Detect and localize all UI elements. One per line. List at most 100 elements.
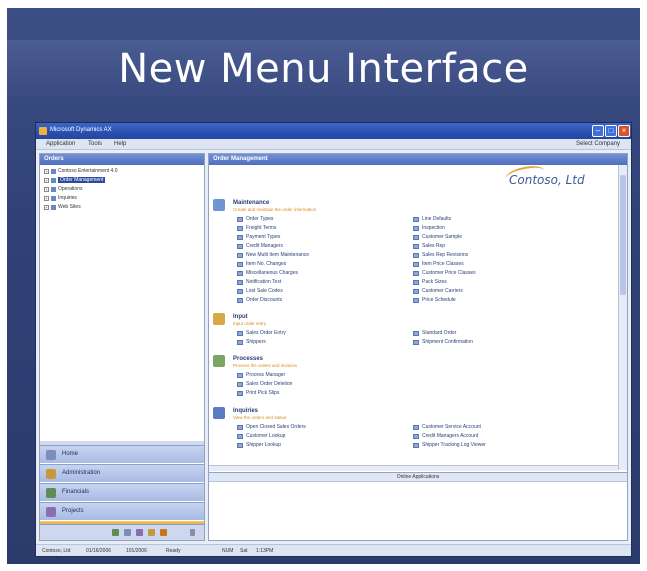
projects-small-icon[interactable] xyxy=(136,529,143,536)
home-icon xyxy=(46,450,56,460)
link-icon xyxy=(237,235,243,240)
folder-icon xyxy=(51,169,56,174)
section-title: Input xyxy=(233,314,248,320)
link-shipper-tracking-log-viewer[interactable]: Shipper Tracking Log Viewer xyxy=(413,441,486,450)
content-pane: Order Management Contoso, Ltd Maintenanc… xyxy=(208,153,628,541)
link-sales-order-deletion[interactable]: Sales Order Deletion xyxy=(237,380,292,389)
folder-icon xyxy=(51,178,56,183)
tree-item-root[interactable]: + Contoso Entertainment 4.0 xyxy=(42,167,202,176)
link-freight-terms[interactable]: Freight Terms xyxy=(237,224,309,233)
link-icon xyxy=(237,253,243,258)
link-print-pick-slips[interactable]: Print Pick Slips xyxy=(237,389,292,398)
select-company-link[interactable]: Select Company xyxy=(576,141,620,147)
navigation-tree: + Contoso Entertainment 4.0 + Order Mana… xyxy=(40,165,204,214)
section-title: Maintenance xyxy=(233,200,270,206)
link-customer-carriers[interactable]: Customer Carriers xyxy=(413,287,476,296)
nav-button-home[interactable]: Home xyxy=(40,445,204,463)
home-small-icon[interactable] xyxy=(124,529,131,536)
section-subtitle: Input order entry xyxy=(233,321,267,326)
link-lost-sale-codes[interactable]: Lost Sale Codes xyxy=(237,287,309,296)
expand-icon[interactable]: + xyxy=(44,178,49,183)
chevron-down-icon[interactable] xyxy=(190,529,195,536)
link-order-types[interactable]: Order Types xyxy=(237,215,309,224)
menu-application[interactable]: Application xyxy=(46,141,75,147)
nav-button-administration[interactable]: Administration xyxy=(40,464,204,482)
tree-item-label: Operations xyxy=(58,186,83,192)
link-shippers[interactable]: Shippers xyxy=(237,338,286,347)
link-icon xyxy=(237,217,243,222)
link-column-left: Open Closed Sales Orders Customer Lookup… xyxy=(237,423,306,450)
navigation-pane: Orders + Contoso Entertainment 4.0 + Ord… xyxy=(39,153,205,541)
link-price-schedule[interactable]: Price Schedule xyxy=(413,296,476,305)
link-order-discounts[interactable]: Order Discounts xyxy=(237,296,309,305)
section-subtitle: Create and maintain the order informatio… xyxy=(233,207,317,212)
tree-item-operations[interactable]: + Operations xyxy=(42,185,202,194)
menu-tools[interactable]: Tools xyxy=(88,141,102,147)
nav-button-projects[interactable]: Projects xyxy=(40,502,204,520)
link-multi-item-maintenance[interactable]: New Multi Item Maintenance xyxy=(237,251,309,260)
link-item-no-changes[interactable]: Item No. Changes xyxy=(237,260,309,269)
link-customer-sample[interactable]: Customer Sample xyxy=(413,233,476,242)
link-credit-managers[interactable]: Credit Managers xyxy=(237,242,309,251)
link-customer-price-classes[interactable]: Customer Price Classes xyxy=(413,269,476,278)
content-pane-header: Order Management xyxy=(209,154,627,165)
administration-small-icon[interactable] xyxy=(148,529,155,536)
link-icon xyxy=(237,382,243,387)
link-payment-types[interactable]: Payment Types xyxy=(237,233,309,242)
link-process-manager[interactable]: Process Manager xyxy=(237,371,292,380)
tree-item-inquiries[interactable]: + Inquiries xyxy=(42,194,202,203)
slide-title: New Menu Interface xyxy=(118,46,529,92)
link-icon xyxy=(237,271,243,276)
vertical-scrollbar[interactable] xyxy=(618,165,627,470)
expand-icon[interactable]: + xyxy=(44,196,49,201)
orders-small-icon[interactable] xyxy=(160,529,167,536)
link-open-closed-sales-orders[interactable]: Open Closed Sales Orders xyxy=(237,423,306,432)
link-customer-service-account[interactable]: Customer Service Account xyxy=(413,423,486,432)
nav-button-financials[interactable]: Financials xyxy=(40,483,204,501)
tree-item-label: Contoso Entertainment 4.0 xyxy=(58,168,118,174)
expand-icon[interactable]: + xyxy=(44,169,49,174)
link-pack-sizes[interactable]: Pack Sizes xyxy=(413,278,476,287)
expand-icon[interactable]: + xyxy=(44,187,49,192)
link-icon xyxy=(237,262,243,267)
link-customer-lookup[interactable]: Customer Lookup xyxy=(237,432,306,441)
link-column-right: Customer Service Account Credit Managers… xyxy=(413,423,486,450)
link-notification-text[interactable]: Notification Text xyxy=(237,278,309,287)
minimize-button[interactable]: – xyxy=(592,125,604,137)
scrollbar-thumb[interactable] xyxy=(620,175,626,295)
link-icon xyxy=(413,271,419,276)
link-icon xyxy=(413,425,419,430)
link-shipment-confirmation[interactable]: Shipment Confirmation xyxy=(413,338,473,347)
window-title: Microsoft Dynamics AX xyxy=(50,127,112,133)
link-icon xyxy=(237,226,243,231)
link-sales-rep[interactable]: Sales Rep xyxy=(413,242,476,251)
financials-small-icon[interactable] xyxy=(112,529,119,536)
link-icon xyxy=(413,280,419,285)
section-subtitle: View the orders and status xyxy=(233,415,287,420)
link-sales-order-entry[interactable]: Sales Order Entry xyxy=(237,329,286,338)
content-area: Contoso, Ltd Maintenance Create and main… xyxy=(209,165,619,465)
horizontal-scrollbar[interactable] xyxy=(209,465,618,471)
link-shipper-lookup[interactable]: Shipper Lookup xyxy=(237,441,306,450)
tree-item-label: Inquiries xyxy=(58,195,77,201)
tree-item-web-sites[interactable]: + Web Sites xyxy=(42,203,202,212)
close-button[interactable]: × xyxy=(618,125,630,137)
status-num: NUM xyxy=(222,548,234,554)
link-sales-rep-revisions[interactable]: Sales Rep Revisions xyxy=(413,251,476,260)
link-standard-order[interactable]: Standard Order xyxy=(413,329,473,338)
section-subtitle: Process the orders and invoices xyxy=(233,363,298,368)
link-item-price-classes[interactable]: Item Price Classes xyxy=(413,260,476,269)
link-credit-managers-account[interactable]: Credit Managers Account xyxy=(413,432,486,441)
app-icon xyxy=(39,127,47,135)
menu-help[interactable]: Help xyxy=(114,141,126,147)
nav-toolbar xyxy=(40,524,204,540)
link-miscellaneous-charges[interactable]: Miscellaneous Charges xyxy=(237,269,309,278)
link-line-defaults[interactable]: Line Defaults xyxy=(413,215,476,224)
tree-item-order-management[interactable]: + Order Management xyxy=(42,176,202,185)
expand-icon[interactable]: + xyxy=(44,205,49,210)
maximize-button[interactable]: □ xyxy=(605,125,617,137)
financials-icon xyxy=(46,488,56,498)
section-title: Inquiries xyxy=(233,408,259,414)
link-inspection[interactable]: Inspection xyxy=(413,224,476,233)
section-title: Processes xyxy=(233,356,264,362)
